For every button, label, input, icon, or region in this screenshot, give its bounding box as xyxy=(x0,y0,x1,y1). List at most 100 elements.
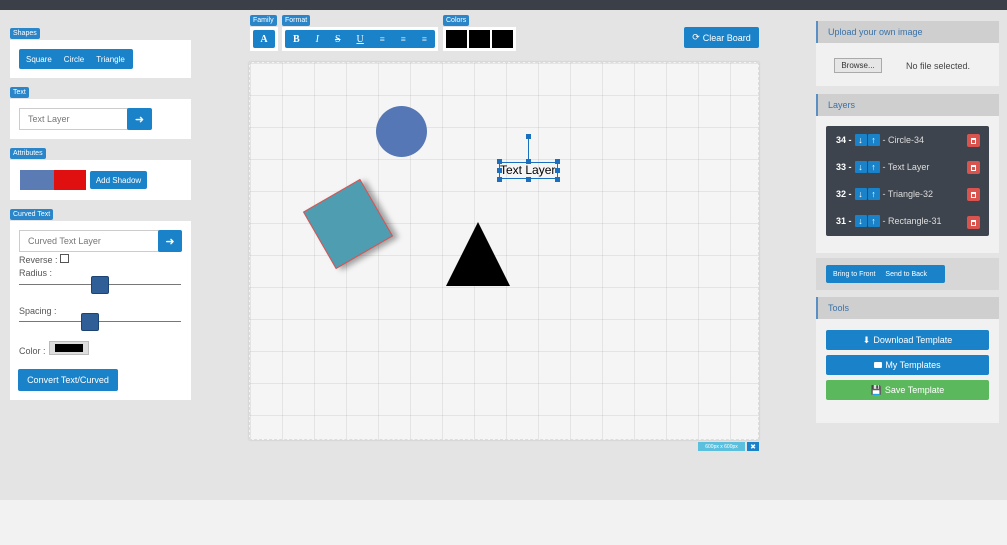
send-to-back-button[interactable]: Send to Back xyxy=(880,271,932,278)
format-label: Format xyxy=(282,15,311,26)
file-status: No file selected. xyxy=(906,61,971,71)
underline-button[interactable]: U xyxy=(357,34,364,45)
circle-shape[interactable] xyxy=(376,106,427,157)
arrow-down-icon[interactable]: ↓ xyxy=(854,215,867,227)
text-panel: Text Layer ➜ xyxy=(10,99,191,139)
shapes-panel: Square Circle Triangle xyxy=(10,40,191,78)
arrow-right-icon: ➜ xyxy=(134,113,145,126)
radius-slider-thumb[interactable] xyxy=(91,276,109,294)
format-button-group: B I S U ≡ ≡ ≡ xyxy=(285,30,435,48)
add-curved-text-button[interactable]: ➜ xyxy=(158,230,182,252)
arrow-up-icon[interactable]: ↑ xyxy=(867,215,880,227)
convert-curved-button[interactable]: Convert Text/Curved xyxy=(18,369,118,391)
delete-layer-button[interactable] xyxy=(967,134,980,147)
add-shadow-button[interactable]: Add Shadow xyxy=(90,171,147,189)
arrow-down-icon[interactable]: ↓ xyxy=(854,161,867,173)
layers-list: 34 - ↓ ↑ - Circle-34 33 - ↓ ↑ - Text Layer 32 … xyxy=(826,126,989,236)
italic-button[interactable]: I xyxy=(316,34,319,45)
spacing-slider-thumb[interactable] xyxy=(81,313,99,331)
curved-text-input[interactable]: Curved Text Layer xyxy=(19,230,159,252)
expand-icon[interactable]: ✖ xyxy=(747,442,759,451)
delete-layer-button[interactable] xyxy=(967,188,980,201)
add-text-button[interactable]: ➜ xyxy=(127,108,152,130)
square-button[interactable]: Square xyxy=(19,55,58,64)
delete-layer-button[interactable] xyxy=(967,161,980,174)
resize-handle-br[interactable] xyxy=(555,177,560,182)
layer-name: - Text Layer xyxy=(882,162,930,172)
layer-item[interactable]: 32 - ↓ ↑ - Triangle-32 xyxy=(836,186,933,202)
trash-icon xyxy=(971,164,976,171)
resize-handle-mr[interactable] xyxy=(555,168,560,173)
delete-layer-button[interactable] xyxy=(967,216,980,229)
arrow-up-icon[interactable]: ↑ xyxy=(867,161,880,173)
resize-handle-tc[interactable] xyxy=(526,159,531,164)
design-canvas[interactable]: Text Layer xyxy=(249,62,759,440)
stroke-color-swatch[interactable] xyxy=(54,170,86,190)
arrow-down-icon[interactable]: ↓ xyxy=(854,188,867,200)
shapes-label: Shapes xyxy=(10,28,40,39)
square-shape[interactable] xyxy=(302,178,394,270)
font-family-button[interactable]: A xyxy=(253,30,275,48)
layer-number: 32 - xyxy=(836,189,852,199)
stroke-color-swatch[interactable] xyxy=(492,30,513,48)
spacing-slider-track[interactable] xyxy=(19,321,181,322)
resize-handle-tl[interactable] xyxy=(497,159,502,164)
clear-board-button[interactable]: ⟳ Clear Board xyxy=(684,27,759,48)
clear-board-label: Clear Board xyxy=(702,32,751,43)
attributes-panel: Add Shadow xyxy=(10,160,191,200)
strikethrough-button[interactable]: S xyxy=(335,34,341,45)
trash-icon xyxy=(971,191,976,198)
resize-handle-tr[interactable] xyxy=(555,159,560,164)
fill-color-swatch[interactable] xyxy=(20,170,54,190)
upload-header: Upload your own image xyxy=(816,21,999,43)
save-label: Save Template xyxy=(884,385,945,395)
trash-icon xyxy=(971,137,976,144)
save-template-button[interactable]: 💾 Save Template xyxy=(826,380,989,400)
resize-handle-bc[interactable] xyxy=(526,177,531,182)
layers-header: Layers xyxy=(816,94,999,116)
upload-panel: Browse... No file selected. xyxy=(816,43,999,86)
layer-item[interactable]: 34 - ↓ ↑ - Circle-34 xyxy=(836,132,924,148)
radius-label: Radius : xyxy=(19,268,53,278)
reverse-checkbox[interactable] xyxy=(60,254,69,263)
download-template-button[interactable]: ⬇ Download Template xyxy=(826,330,989,350)
curved-text-panel: Curved Text Layer ➜ Reverse : Radius : S… xyxy=(10,221,191,400)
refresh-icon: ⟳ xyxy=(692,32,700,42)
family-label: Family xyxy=(250,15,277,26)
circle-button[interactable]: Circle xyxy=(58,55,90,64)
order-button-group: Bring to Front Send to Back xyxy=(826,265,945,283)
curved-text-placeholder: Curved Text Layer xyxy=(28,236,101,246)
arrow-up-icon[interactable]: ↑ xyxy=(867,188,880,200)
text-layer-content: Text Layer xyxy=(500,163,556,177)
text-layer-input[interactable]: Text Layer xyxy=(19,108,128,130)
arrow-up-icon[interactable]: ↑ xyxy=(867,134,880,146)
resize-handle-bl[interactable] xyxy=(497,177,502,182)
bold-button[interactable]: B xyxy=(293,34,300,45)
text-color-swatch[interactable] xyxy=(446,30,467,48)
my-templates-button[interactable]: My Templates xyxy=(826,355,989,375)
align-left-icon[interactable]: ≡ xyxy=(380,34,385,44)
rotate-handle[interactable] xyxy=(526,134,531,139)
family-panel: A xyxy=(250,27,278,51)
resize-handle-ml[interactable] xyxy=(497,168,502,173)
order-panel: Bring to Front Send to Back xyxy=(816,258,999,290)
tools-panel: ⬇ Download Template My Templates 💾 Save Te… xyxy=(816,319,999,423)
bring-to-front-button[interactable]: Bring to Front xyxy=(826,271,880,278)
arrow-down-icon[interactable]: ↓ xyxy=(854,134,867,146)
layer-name: - Circle-34 xyxy=(882,135,925,145)
curved-color-picker[interactable] xyxy=(49,341,89,355)
folder-icon xyxy=(874,362,883,368)
align-right-icon[interactable]: ≡ xyxy=(422,34,427,44)
save-icon: 💾 xyxy=(870,384,882,395)
align-center-icon[interactable]: ≡ xyxy=(401,34,406,44)
fill-color-swatch[interactable] xyxy=(469,30,490,48)
triangle-shape[interactable] xyxy=(446,222,510,286)
layer-number: 31 - xyxy=(836,216,852,226)
browse-button[interactable]: Browse... xyxy=(834,58,882,73)
color-label: Color : xyxy=(19,346,46,356)
layer-number: 33 - xyxy=(836,162,852,172)
layer-item[interactable]: 33 - ↓ ↑ - Text Layer xyxy=(836,159,929,175)
layer-item[interactable]: 31 - ↓ ↑ - Rectangle-31 xyxy=(836,213,942,229)
curved-text-label: Curved Text xyxy=(10,209,54,220)
triangle-button[interactable]: Triangle xyxy=(90,55,131,64)
